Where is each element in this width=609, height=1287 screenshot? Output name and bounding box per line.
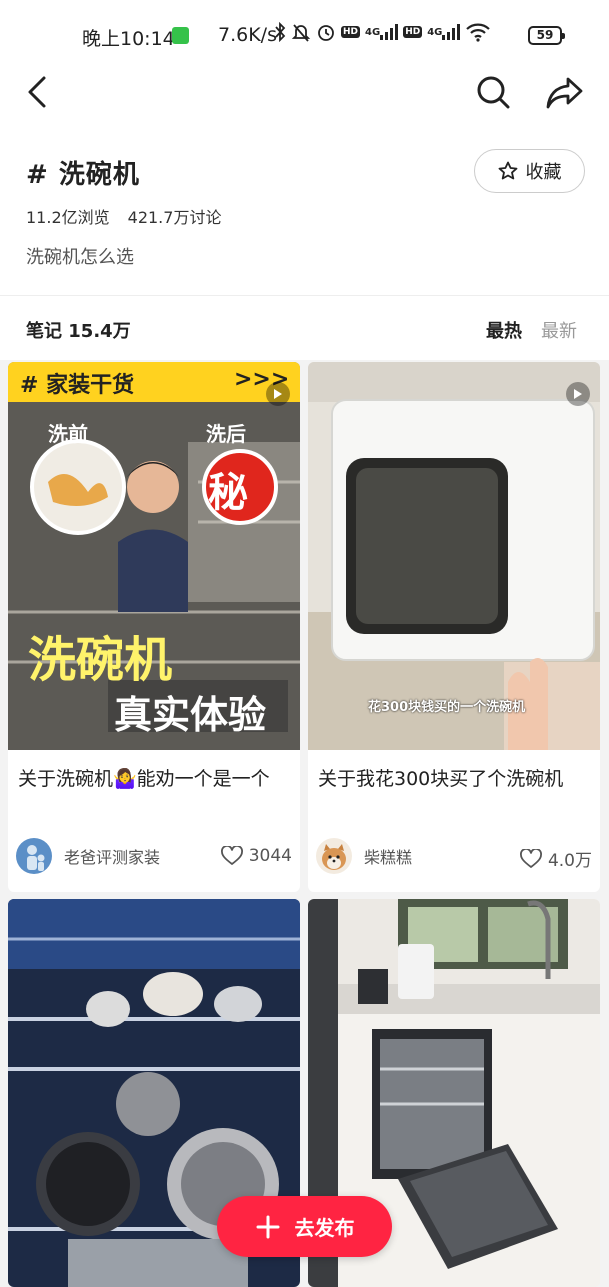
sort-hot-tab[interactable]: 最热 bbox=[486, 317, 522, 343]
bluetooth-icon bbox=[274, 22, 286, 42]
views-count: 11.2亿浏览 bbox=[26, 208, 110, 227]
plus-icon bbox=[256, 1215, 279, 1238]
net-speed: 7.6K/s bbox=[218, 24, 277, 46]
like-count-value: 4.0万 bbox=[547, 851, 592, 871]
topic-header: # 洗碗机 11.2亿浏览 421.7万讨论 洗碗机怎么选 收藏 bbox=[0, 130, 609, 296]
discussion-count: 421.7万讨论 bbox=[127, 208, 222, 227]
note-title: 关于我花300块买了个洗碗机 bbox=[318, 768, 564, 790]
nav-bar bbox=[0, 70, 609, 130]
note-title: 关于洗碗机🤷‍♀️能劝一个是一个 bbox=[18, 768, 270, 790]
chevron-left-icon bbox=[28, 76, 46, 108]
wechat-notification-icon bbox=[172, 27, 189, 44]
signal-icon-1: 4G bbox=[365, 24, 399, 40]
thumb-subheadline-text: 真实体验 bbox=[114, 693, 267, 737]
battery-indicator: 59 bbox=[528, 26, 565, 45]
note-thumbnail: 花300块钱买的一个洗碗机 bbox=[308, 362, 600, 750]
hd-badge-1: HD bbox=[341, 26, 361, 38]
author-name: 老爸评测家装 bbox=[64, 848, 161, 867]
hd-badge-2: HD bbox=[403, 26, 423, 38]
back-button[interactable] bbox=[22, 72, 56, 112]
like-count-value: 3044 bbox=[248, 846, 292, 866]
status-bar: 晚上10:14 7.6K/s HD 4G HD 4G 59 bbox=[0, 0, 609, 70]
like-count[interactable]: 3044 bbox=[220, 846, 292, 866]
star-icon bbox=[498, 161, 517, 180]
favorite-label: 收藏 bbox=[525, 162, 562, 183]
thumb-banner-text: # 家装干货 bbox=[20, 373, 135, 398]
topic-stats: 11.2亿浏览 421.7万讨论 bbox=[26, 204, 221, 228]
heart-icon bbox=[520, 848, 542, 868]
favorite-button[interactable]: 收藏 bbox=[474, 149, 585, 193]
note-card[interactable]: 花300块钱买的一个洗碗机 关于我花300块买了个洗碗机 柴糕糕 4.0万 bbox=[308, 362, 600, 892]
notes-bar: 笔记 15.4万 最热 最新 bbox=[0, 296, 609, 360]
mute-bell-icon bbox=[291, 22, 311, 42]
thumb-secret-text: 秘 bbox=[208, 470, 248, 516]
publish-label: 去发布 bbox=[294, 1216, 355, 1240]
play-icon bbox=[574, 389, 582, 399]
signal-icon-2: 4G bbox=[427, 24, 461, 40]
thumb-after-text: 洗后 bbox=[206, 422, 246, 446]
note-author[interactable]: 老爸评测家装 bbox=[16, 838, 160, 874]
play-icon bbox=[274, 389, 282, 399]
share-button[interactable] bbox=[544, 72, 584, 112]
note-author[interactable]: 柴糕糕 bbox=[316, 838, 412, 874]
network-type-1: 4G bbox=[365, 26, 381, 38]
video-badge bbox=[566, 382, 590, 406]
publish-button[interactable]: 去发布 bbox=[217, 1196, 392, 1257]
sort-new-tab[interactable]: 最新 bbox=[541, 317, 577, 343]
status-icons: HD 4G HD 4G bbox=[274, 22, 491, 42]
thumb-caption-text: 花300块钱买的一个洗碗机 bbox=[368, 700, 526, 715]
share-arrow-icon bbox=[546, 77, 583, 109]
topic-description: 洗碗机怎么选 bbox=[26, 247, 134, 268]
heart-icon bbox=[220, 846, 243, 865]
video-badge bbox=[266, 382, 290, 406]
avatar bbox=[16, 838, 52, 874]
topic-title: # 洗碗机 bbox=[26, 160, 140, 190]
notes-count: 笔记 15.4万 bbox=[26, 321, 131, 342]
note-thumbnail: # 家装干货 >>> 洗前 洗后 秘 洗碗机 真实体验 bbox=[8, 362, 300, 750]
author-name: 柴糕糕 bbox=[364, 848, 413, 867]
search-icon bbox=[477, 76, 510, 109]
wifi-icon bbox=[465, 22, 491, 42]
thumb-before-text: 洗前 bbox=[48, 422, 88, 446]
note-card[interactable]: # 家装干货 >>> 洗前 洗后 秘 洗碗机 真实体验 关于洗碗机🤷‍♀️能劝一… bbox=[8, 362, 300, 892]
network-type-2: 4G bbox=[427, 26, 443, 38]
avatar bbox=[316, 838, 352, 874]
like-count[interactable]: 4.0万 bbox=[520, 846, 592, 871]
thumb-headline-text: 洗碗机 bbox=[28, 632, 173, 688]
search-button[interactable] bbox=[474, 72, 512, 112]
status-time: 晚上10:14 bbox=[82, 28, 175, 50]
alarm-icon bbox=[316, 22, 336, 42]
